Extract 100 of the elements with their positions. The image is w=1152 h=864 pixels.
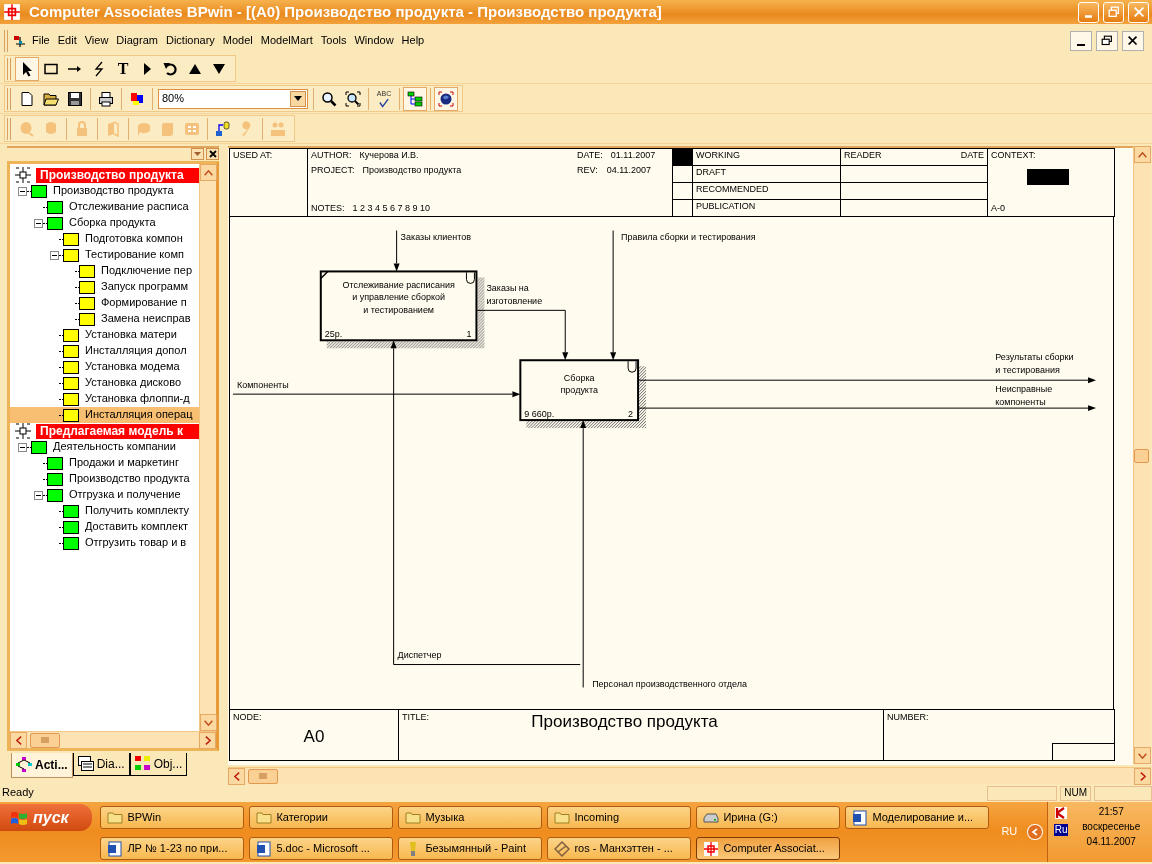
tree-item[interactable]: Производство продукта <box>10 183 199 199</box>
taskbar-button[interactable]: 5.doc - Microsoft ... <box>249 837 394 860</box>
menu-item[interactable]: File <box>28 33 54 49</box>
tree-item[interactable]: Замена неисправ <box>10 311 199 327</box>
scrollbar[interactable] <box>199 164 216 731</box>
close-button[interactable] <box>1122 31 1144 51</box>
clock-day: воскресенье <box>1082 821 1141 833</box>
activity-cost: 9 660р. <box>524 409 555 420</box>
caret-left-icon <box>233 771 240 781</box>
expander-button[interactable] <box>18 186 27 196</box>
scroll-left-button[interactable] <box>228 767 245 785</box>
taskbar-button[interactable]: Музыка <box>398 806 543 829</box>
expander-button[interactable] <box>34 490 43 500</box>
minimize-button[interactable] <box>1070 31 1092 51</box>
model-tree-item[interactable]: Производство продукта <box>36 167 199 183</box>
arrow[interactable] <box>637 377 1097 384</box>
menu-item[interactable]: Window <box>350 33 398 49</box>
scrollbar[interactable] <box>1133 146 1150 764</box>
expander-button[interactable] <box>18 442 27 452</box>
scroll-up-button[interactable] <box>1134 146 1151 163</box>
field-label: DATE: <box>577 150 603 161</box>
target-icon <box>703 840 720 857</box>
tab[interactable]: Acti... <box>11 753 73 778</box>
arrow-label: Персонал производственного отдела <box>592 679 747 690</box>
taskbar-button[interactable]: Ирина (G:) <box>696 806 841 829</box>
activity-box[interactable] <box>319 270 485 349</box>
tree-item[interactable]: Подготовка компон <box>10 231 199 247</box>
tree-item[interactable]: Отслеживание расписа <box>10 199 199 215</box>
chevron-button[interactable] <box>1027 824 1043 840</box>
text-tool-button[interactable]: T <box>111 56 135 81</box>
menu-item[interactable]: Edit <box>53 33 81 49</box>
taskbar-button[interactable]: Безымянный - Paint <box>398 837 543 860</box>
activity-box[interactable] <box>519 359 647 429</box>
arrow[interactable] <box>610 230 617 361</box>
tree-item[interactable]: Запуск программ <box>10 279 199 295</box>
scroll-down-button[interactable] <box>1134 747 1151 764</box>
taskbar-button[interactable]: BPWin <box>100 806 245 829</box>
book-icon <box>105 120 121 137</box>
tree-item[interactable]: Отгрузить товар и в <box>10 535 199 551</box>
arrow[interactable] <box>232 391 521 398</box>
scrollbar[interactable] <box>228 767 1151 784</box>
tree-item[interactable]: Установка дисково <box>10 375 199 391</box>
globe-button[interactable] <box>434 86 458 111</box>
model-tree-item[interactable]: Предлагаемая модель к <box>36 423 199 439</box>
tab[interactable]: Obj... <box>129 753 188 776</box>
expander-button[interactable] <box>34 218 43 228</box>
tree-item[interactable]: Установка флоппи-д <box>10 391 199 407</box>
tree-item[interactable]: Производство продукта <box>10 471 199 487</box>
taskbar-button[interactable]: Incoming <box>547 806 692 829</box>
scroll-right-button[interactable] <box>1134 767 1151 785</box>
tree-item[interactable]: Получить комплекту <box>10 503 199 519</box>
restore-button[interactable] <box>1096 31 1118 51</box>
pointer-button[interactable] <box>15 56 39 81</box>
tree-item[interactable]: Доставить комплект <box>10 519 199 535</box>
scroll-thumb[interactable] <box>248 768 278 784</box>
tree-item[interactable]: Установка матери <box>10 327 199 343</box>
menu-item[interactable]: Model <box>218 33 257 49</box>
tree-item[interactable]: Подключение пер <box>10 263 199 279</box>
document-icon <box>256 840 273 857</box>
scroll-right-button[interactable] <box>199 731 216 749</box>
tab[interactable]: Dia... <box>72 753 130 776</box>
scrollbar[interactable] <box>10 731 216 748</box>
close-icon <box>208 150 217 158</box>
taskbar-button[interactable]: ЛР № 1-23 по при... <box>100 837 245 860</box>
taskbar-button[interactable]: Моделирование и... <box>845 806 990 829</box>
tree-item[interactable]: Продажи и маркетинг <box>10 455 199 471</box>
status-label: RECOMMENDED <box>696 184 769 194</box>
menu-item[interactable]: Help <box>397 33 429 49</box>
dropdown-button[interactable] <box>191 148 204 160</box>
window-title: Computer Associates BPwin - [(A0) Производство продукта - Производство продукта] <box>29 3 662 21</box>
close-button[interactable] <box>206 148 219 160</box>
taskbar-button[interactable]: ros - Манхэттен - ... <box>547 837 692 860</box>
arrow[interactable] <box>475 309 569 361</box>
start-button[interactable]: пуск <box>0 804 93 831</box>
hierarchy-button[interactable] <box>403 86 427 111</box>
tree-item[interactable]: Инсталляция операц <box>10 407 199 423</box>
caret-down-icon <box>204 719 213 726</box>
expander-button[interactable] <box>50 250 59 260</box>
scroll-thumb[interactable] <box>30 732 60 748</box>
tree-item[interactable]: Установка модема <box>10 359 199 375</box>
menu-item[interactable]: Dictionary <box>161 33 219 49</box>
arrow[interactable] <box>580 420 587 688</box>
taskbar-button[interactable]: Computer Associat... <box>696 837 841 860</box>
taskbar-button[interactable]: Категории <box>249 806 394 829</box>
menu-item[interactable]: Diagram <box>112 33 162 49</box>
menu-item[interactable]: View <box>80 33 113 49</box>
tree-item[interactable]: Формирование п <box>10 295 199 311</box>
menu-item[interactable]: Tools <box>316 33 351 49</box>
tree-item[interactable]: Инсталляция допол <box>10 343 199 359</box>
scroll-down-button[interactable] <box>200 714 217 731</box>
arrow[interactable] <box>393 230 400 272</box>
field-label: READER <box>844 150 882 161</box>
tree-item[interactable]: Тестирование комп <box>10 247 199 263</box>
scroll-left-button[interactable] <box>10 731 27 749</box>
scroll-thumb[interactable] <box>1134 448 1149 463</box>
menu-item[interactable]: ModelMart <box>256 33 317 49</box>
tree-item[interactable]: Отгрузка и получение <box>10 487 199 503</box>
tree-item[interactable]: Сборка продукта <box>10 215 199 231</box>
zoom-combo[interactable]: 80% <box>158 88 308 109</box>
tree-item[interactable]: Деятельность компании <box>10 439 199 455</box>
